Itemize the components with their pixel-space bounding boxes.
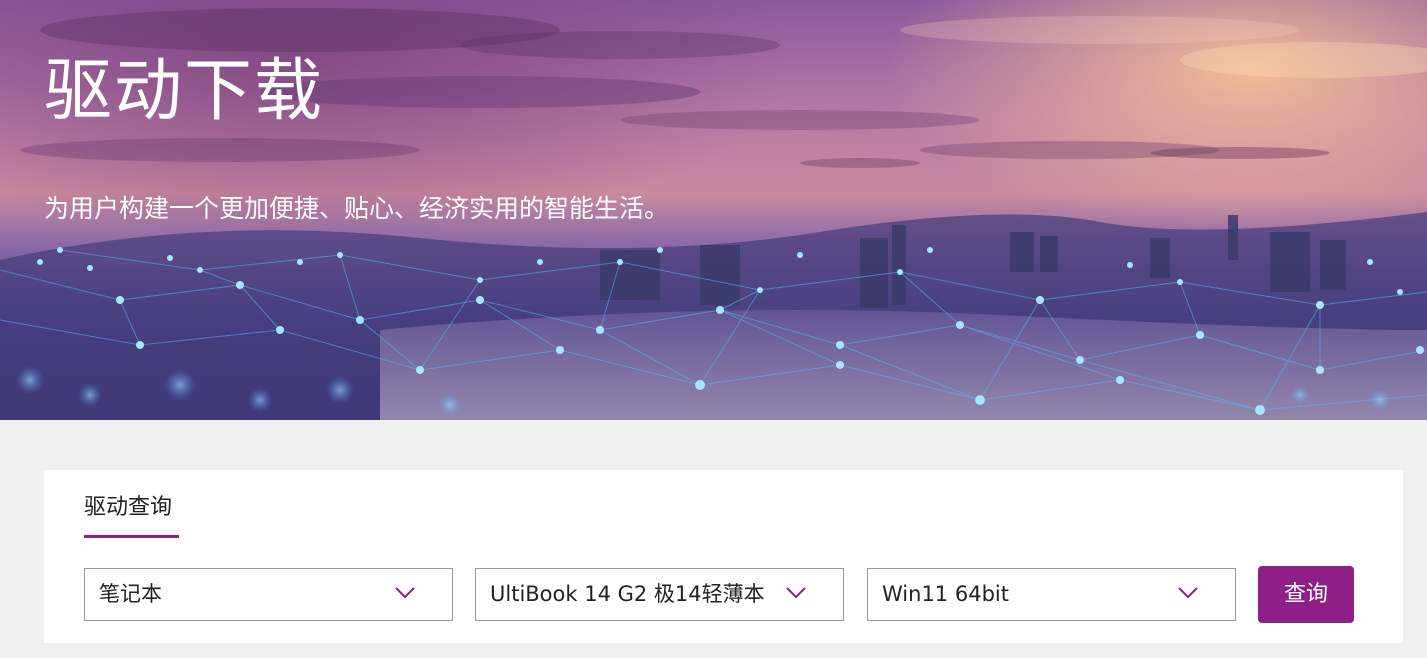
os-select[interactable]: Win11 64bit bbox=[867, 568, 1236, 621]
active-tab-indicator bbox=[84, 535, 179, 538]
search-button[interactable]: 查询 bbox=[1258, 566, 1354, 623]
chevron-down-icon bbox=[1178, 587, 1198, 599]
page-title: 驱动下载 bbox=[44, 52, 325, 131]
model-select[interactable]: UltiBook 14 G2 极14轻薄本 bbox=[475, 568, 844, 621]
tab-driver-query[interactable]: 驱动查询 bbox=[84, 488, 172, 536]
model-select-value: UltiBook 14 G2 极14轻薄本 bbox=[490, 582, 765, 606]
os-select-value: Win11 64bit bbox=[882, 582, 1009, 606]
category-select-value: 笔记本 bbox=[99, 582, 162, 606]
chevron-down-icon bbox=[395, 587, 415, 599]
chevron-down-icon bbox=[786, 587, 806, 599]
driver-query-panel: 驱动查询 笔记本 UltiBook 14 G2 极14轻薄本 Win11 64b… bbox=[44, 470, 1403, 643]
category-select[interactable]: 笔记本 bbox=[84, 568, 453, 621]
hero-banner: 驱动下载 为用户构建一个更加便捷、贴心、经济实用的智能生活。 bbox=[0, 0, 1427, 420]
page-subtitle: 为用户构建一个更加便捷、贴心、经济实用的智能生活。 bbox=[44, 194, 670, 223]
